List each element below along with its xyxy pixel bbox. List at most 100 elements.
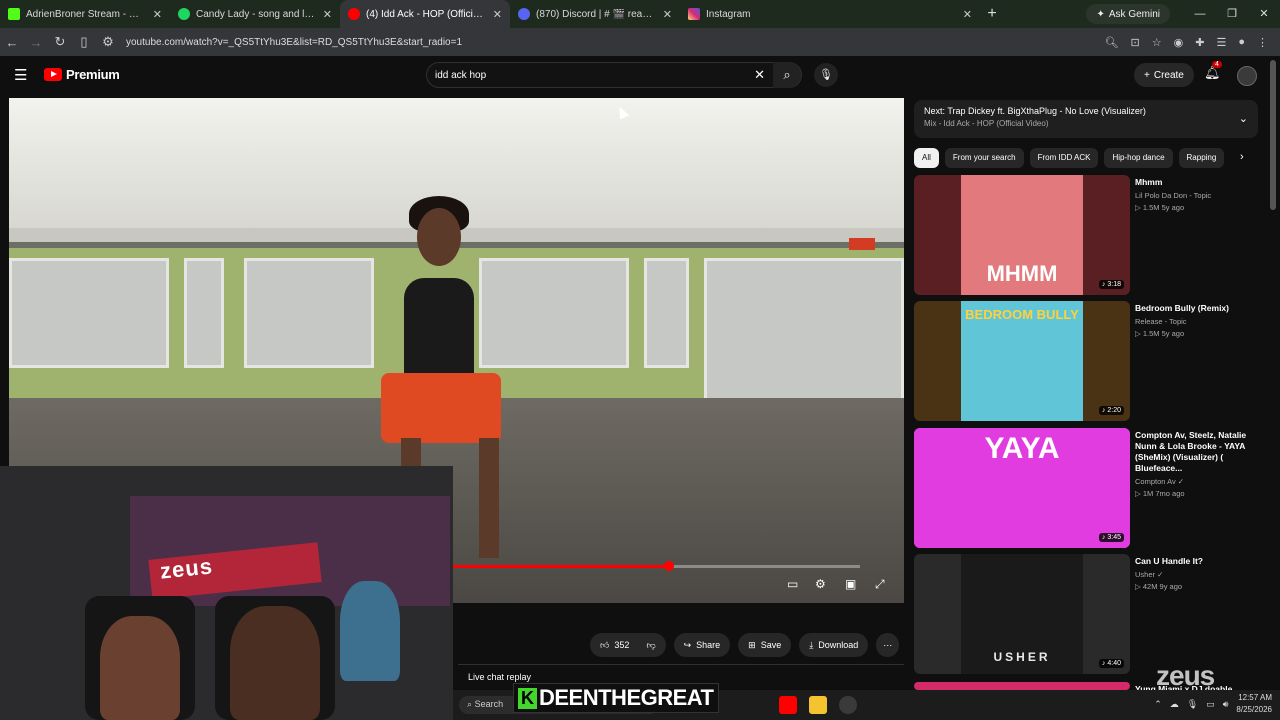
cam-person [340,581,400,681]
microphone-icon[interactable]: 🎙︎ [814,63,838,87]
save-button[interactable]: ⊞ Save [738,633,792,657]
bookmark-star-icon[interactable]: ☆ [1152,36,1162,49]
tab-3[interactable]: (870) Discord | # 🎬 reactions ✕ [510,0,680,28]
side-panel-icon[interactable]: ▯ [72,34,96,50]
reading-list-icon[interactable]: ☰ [1216,36,1226,49]
video-title[interactable]: Mhmm [1135,177,1270,188]
video-thumbnail[interactable]: BEDROOM BULLY ♪ 2:20 [914,301,1130,421]
tab-2[interactable]: (4) Idd Ack - HOP (Official V ✕ [340,0,510,28]
hamburger-menu-icon[interactable]: ☰ [14,66,27,84]
youtube-play-icon [44,68,62,81]
profile-icon[interactable]: ● [1238,36,1245,49]
new-tab-button[interactable]: + [980,5,1004,23]
more-actions-button[interactable]: ⋯ [876,633,900,657]
display-icon[interactable]: ▭ [1206,699,1215,710]
restore-icon[interactable]: ❐ [1216,0,1248,28]
recommendation-item[interactable]: MHMM ♪ 3:18 Mhmm Lil Polo Da Don - Topic… [914,175,1270,295]
recommendation-item-partial[interactable]: Yung Miami x DJ doable [914,682,1270,694]
view-stats: ▷ 1.5M 5y ago [1135,203,1185,212]
video-window [644,258,689,368]
install-icon[interactable]: ⊡ [1131,36,1140,49]
thumbs-down-icon[interactable]: 👎︎ [646,640,655,651]
channel-name[interactable]: Usher ✓ [1135,570,1270,579]
chip-from-idd-ack[interactable]: From IDD ACK [1029,148,1099,168]
chip-from-search[interactable]: From your search [944,148,1024,168]
video-thumbnail[interactable]: USHER ♪ 4:40 [914,554,1130,674]
close-window-icon[interactable]: ✕ [1248,0,1280,28]
reload-icon[interactable]: ↻ [48,34,72,50]
back-icon[interactable]: ← [0,35,24,50]
file-explorer-icon[interactable] [809,696,827,714]
notification-count: 4 [1212,61,1222,68]
avatar[interactable] [1237,66,1257,86]
tab-1[interactable]: Candy Lady - song and lyrics by ✕ [170,0,340,28]
extensions-puzzle-icon[interactable]: ✚ [1195,36,1204,49]
channel-name[interactable]: Release - Topic [1135,317,1270,326]
close-tab-icon[interactable]: ✕ [323,8,332,21]
video-thumbnail[interactable]: MHMM ♪ 3:18 [914,175,1130,295]
search-input[interactable] [435,67,735,83]
kebab-menu-icon[interactable]: ⋮ [1257,36,1268,49]
thumbnail-art: YAYA [914,428,1130,548]
recommendation-item[interactable]: USHER ♪ 4:40 Can U Handle It? Usher ✓ ▷ … [914,554,1270,674]
chevron-down-icon[interactable]: ⌄ [1239,112,1248,125]
video-thumbnail[interactable] [914,682,1130,690]
video-title[interactable]: Can U Handle It? [1135,556,1270,567]
youtube-logo[interactable]: Premium [44,67,120,82]
thumbnail-art-text: MHMM [986,261,1058,286]
like-button[interactable]: 👍︎ 352 👎︎ [590,633,666,657]
chevron-up-icon[interactable]: ⌃ [1154,699,1162,710]
extension-icon[interactable]: ◉ [1174,36,1184,49]
recommendation-item[interactable]: BEDROOM BULLY ♪ 2:20 Bedroom Bully (Remi… [914,301,1270,421]
close-tab-icon[interactable]: ✕ [493,8,502,21]
site-info-icon[interactable]: ⚙ [96,34,120,50]
chip-all[interactable]: All [914,148,939,168]
tab-4[interactable]: Instagram ✕ [680,0,980,28]
download-button[interactable]: ⤓ Download [799,633,869,657]
download-icon: ⤓ [809,639,814,650]
close-tab-icon[interactable]: ✕ [963,8,972,21]
network-icon[interactable]: ☁ [1170,699,1179,710]
channel-name[interactable]: Compton Av ✓ [1135,477,1270,486]
up-next-panel[interactable]: Next: Trap Dickey ft. BigXthaPlug - No L… [914,100,1258,138]
create-button[interactable]: + Create [1134,63,1194,87]
settings-gear-icon[interactable]: ⚙ [815,577,826,591]
ask-gemini-button[interactable]: ✦ Ask Gemini [1086,4,1170,24]
progress-scrubber[interactable] [663,561,674,571]
forward-icon[interactable]: → [24,35,48,50]
download-label: Download [818,640,859,650]
chip-hip-hop-dance[interactable]: Hip-hop dance [1104,148,1173,168]
page-scrollbar[interactable] [1270,60,1276,210]
video-title[interactable]: Compton Av, Steelz, Natalie Nunn & Lola … [1135,430,1270,474]
search-button[interactable]: ⌕ [773,62,801,88]
tab-0[interactable]: AdrienBroner Stream - Watch L ✕ [0,0,170,28]
miniplayer-icon[interactable]: ▣ [845,577,856,591]
mic-tray-icon[interactable]: 🎙︎ [1187,699,1198,710]
video-title[interactable]: Bedroom Bully (Remix) [1135,303,1270,314]
notifications-button[interactable]: 🔔︎ 4 [1204,61,1222,81]
logo-text: Premium [66,67,120,82]
chevron-right-icon[interactable]: › [1240,151,1244,163]
video-progress-bar[interactable] [453,561,860,571]
url-field[interactable]: youtube.com/watch?v=_QS5TtYhu3E&list=RD_… [126,37,1105,48]
captions-icon[interactable]: ▭ [787,577,798,591]
clock-date: 8/25/2026 [1236,705,1272,714]
youtube-app-icon[interactable] [779,696,797,714]
tab-title: AdrienBroner Stream - Watch L [26,8,147,20]
clear-search-icon[interactable]: ✕ [754,67,765,83]
close-tab-icon[interactable]: ✕ [663,8,672,21]
video-thumbnail[interactable]: YAYA ♪ 3:45 [914,428,1130,548]
chrome-app-icon[interactable] [839,696,857,714]
volume-icon[interactable]: 🔊︎ [1223,699,1229,710]
minimize-icon[interactable]: — [1184,0,1216,28]
thumbnail-art-text: YAYA [984,432,1060,465]
channel-name[interactable]: Lil Polo Da Don - Topic [1135,191,1270,200]
share-button[interactable]: ↪ Share [673,633,731,657]
recommendation-item[interactable]: YAYA ♪ 3:45 Compton Av, Steelz, Natalie … [914,428,1270,548]
browser-tab-strip: AdrienBroner Stream - Watch L ✕ Candy La… [0,0,1280,28]
chip-rapping[interactable]: Rapping [1178,148,1225,168]
close-tab-icon[interactable]: ✕ [153,8,162,21]
zoom-icon[interactable]: 🔍︎ [1105,36,1119,49]
clock[interactable]: 12:57 AM 8/25/2026 [1236,692,1272,716]
fullscreen-icon[interactable]: ⤢ [875,577,885,592]
